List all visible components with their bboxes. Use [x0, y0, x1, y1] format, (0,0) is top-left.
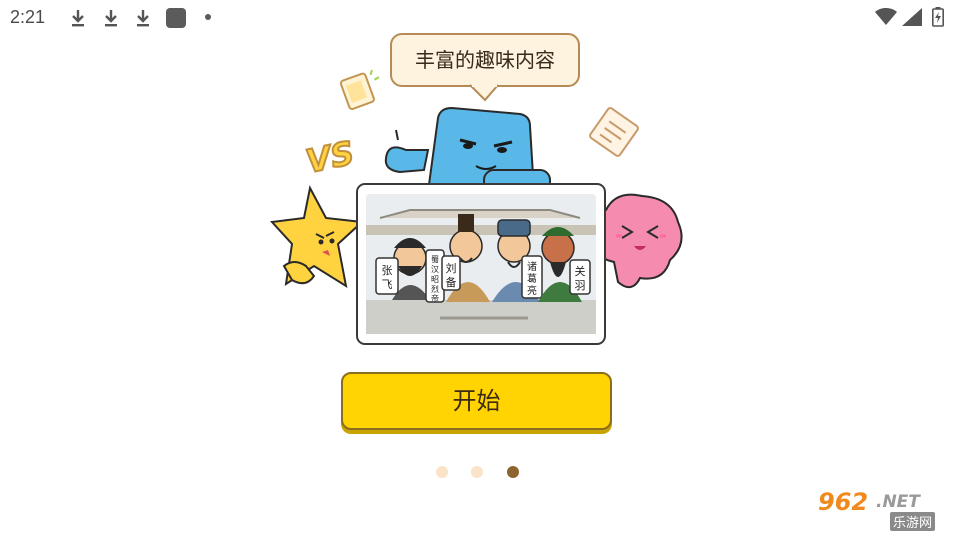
svg-text:葛: 葛	[527, 272, 537, 285]
status-time: 2:21	[10, 7, 46, 27]
vs-text: VS	[303, 134, 358, 181]
hero-label-zhangfei-2: 飞	[382, 278, 393, 291]
status-bar: 2:21	[0, 0, 954, 34]
onboarding-illustration: VS 张 飞 蜀 汉 昭 烈 帝 刘 备 诸 葛 亮 关 羽	[270, 69, 683, 345]
watermark-logo: 962 .NET 乐游网	[814, 488, 950, 532]
svg-text:帝: 帝	[431, 293, 439, 303]
dot-icon	[205, 14, 211, 20]
page-indicator-dot-1[interactable]	[436, 466, 448, 478]
battery-icon	[932, 7, 944, 27]
svg-text:诸: 诸	[527, 261, 537, 273]
star-character	[270, 185, 365, 289]
download-icon	[105, 10, 117, 27]
svg-text:亮: 亮	[527, 284, 537, 297]
download-icon	[72, 10, 84, 27]
card-icon	[589, 107, 639, 157]
vs-badge: VS	[302, 133, 359, 182]
watermark-net: .NET	[876, 492, 920, 512]
start-button[interactable]: 开始	[341, 372, 612, 430]
wifi-icon	[875, 8, 897, 25]
hero-label-zhangfei-1: 张	[382, 264, 393, 277]
watermark-sub: 乐游网	[890, 512, 936, 531]
svg-text:备: 备	[446, 275, 457, 289]
blue-character	[384, 106, 551, 193]
download-icon	[137, 10, 149, 27]
page-indicator-dot-3-active[interactable]	[507, 466, 519, 478]
start-button-label: 开始	[452, 387, 501, 415]
book-icon	[339, 69, 380, 110]
signal-icon	[902, 8, 922, 26]
app-notification-icon	[166, 8, 186, 28]
svg-text:刘: 刘	[446, 262, 457, 275]
svg-text:昭: 昭	[431, 275, 439, 284]
svg-text:关: 关	[575, 264, 586, 278]
svg-text:烈: 烈	[431, 285, 439, 294]
svg-text:蜀: 蜀	[431, 255, 439, 264]
svg-text:汉: 汉	[431, 265, 439, 274]
page-indicator-dot-2[interactable]	[471, 466, 483, 478]
watermark-main: 962	[818, 488, 869, 516]
svg-text:羽: 羽	[575, 279, 586, 292]
